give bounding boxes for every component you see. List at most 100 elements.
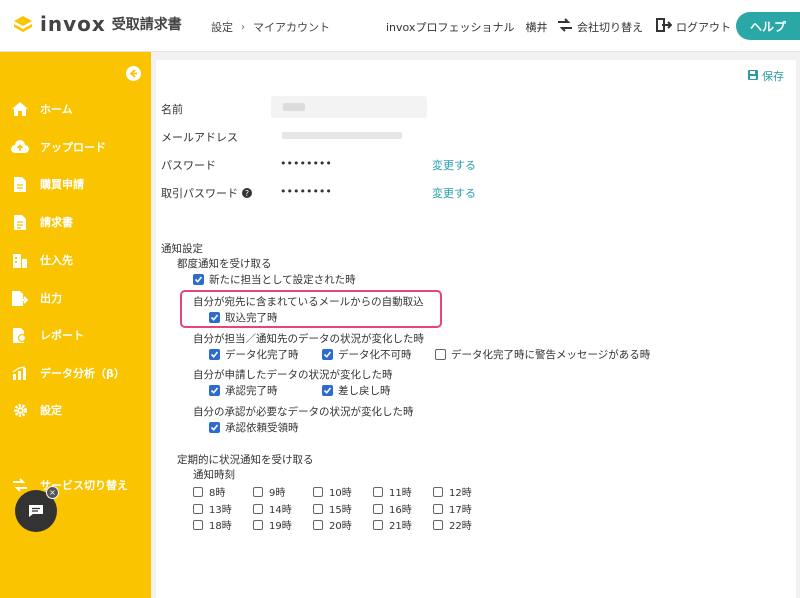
data-warning-checkbox[interactable]: データ化完了時に警告メッセージがある時 bbox=[435, 347, 650, 362]
sidebar-item-analytics[interactable]: データ分析（β） bbox=[0, 358, 151, 388]
sidebar-item-label: 出力 bbox=[40, 292, 62, 305]
email-label: メールアドレス bbox=[161, 131, 238, 144]
hour-checkbox[interactable]: 19時 bbox=[253, 517, 292, 532]
sidebar: ホーム アップロード 購買申請 請求書 仕入先 出力 レポート データ分析（β）… bbox=[0, 52, 151, 598]
approved-checkbox[interactable]: 承認完了時 bbox=[209, 383, 278, 398]
hour-label: 13時 bbox=[209, 505, 232, 516]
password-label: パスワード bbox=[161, 159, 216, 172]
breadcrumb-my-account: マイアカウント bbox=[253, 21, 330, 34]
breadcrumb: 設定 › マイアカウント bbox=[211, 19, 330, 35]
checkmark-icon bbox=[209, 349, 220, 360]
hour-checkbox[interactable]: 18時 bbox=[193, 517, 232, 532]
approval-request-checkbox[interactable]: 承認依頼受領時 bbox=[209, 420, 299, 435]
trade-password-label-row: 取引パスワード ? bbox=[161, 185, 252, 201]
close-icon[interactable]: × bbox=[46, 486, 59, 499]
import-done-checkbox[interactable]: 取込完了時 bbox=[209, 310, 278, 325]
hour-checkbox[interactable]: 13時 bbox=[193, 501, 232, 516]
trade-password-label: 取引パスワード bbox=[161, 187, 238, 200]
new-assignee-checkbox[interactable]: 新たに担当として設定された時 bbox=[193, 272, 356, 287]
sidebar-item-invoice[interactable]: 請求書 bbox=[0, 207, 151, 237]
hour-label: 15時 bbox=[329, 505, 352, 516]
approval-title: 自分の承認が必要なデータの状況が変化した時 bbox=[193, 406, 414, 418]
save-label: 保存 bbox=[762, 70, 784, 83]
switch-company-label: 会社切り替え bbox=[577, 20, 643, 34]
help-circle-icon[interactable]: ? bbox=[242, 188, 252, 198]
hour-checkbox[interactable]: 16時 bbox=[373, 501, 412, 516]
checkmark-icon bbox=[209, 312, 220, 323]
sidebar-item-label: アップロード bbox=[40, 141, 106, 154]
chevron-right-icon: › bbox=[241, 21, 245, 33]
hour-checkbox[interactable]: 14時 bbox=[253, 501, 292, 516]
hour-checkbox[interactable]: 11時 bbox=[373, 484, 412, 499]
hour-checkbox[interactable]: 22時 bbox=[433, 517, 472, 532]
data-done-checkbox[interactable]: データ化完了時 bbox=[209, 347, 299, 362]
hour-checkbox[interactable]: 20時 bbox=[313, 517, 352, 532]
sidebar-item-suppliers[interactable]: 仕入先 bbox=[0, 245, 151, 275]
sidebar-item-report[interactable]: レポート bbox=[0, 320, 151, 350]
chart-icon bbox=[10, 364, 30, 382]
sidebar-item-upload[interactable]: アップロード bbox=[0, 132, 151, 162]
trade-password-value: •••••••• bbox=[280, 185, 332, 198]
hour-label: 11時 bbox=[389, 488, 412, 499]
time-label: 通知時刻 bbox=[193, 469, 235, 481]
hour-checkbox[interactable]: 10時 bbox=[313, 484, 352, 499]
building-icon bbox=[10, 251, 30, 269]
logout-label: ログアウト bbox=[676, 20, 731, 34]
hour-label: 22時 bbox=[449, 521, 472, 532]
logo-icon bbox=[12, 13, 34, 35]
name-redacted bbox=[283, 103, 305, 111]
notification-section-title: 通知設定 bbox=[161, 243, 203, 255]
hour-label: 20時 bbox=[329, 521, 352, 532]
save-icon bbox=[748, 69, 758, 83]
hour-checkbox[interactable]: 12時 bbox=[433, 484, 472, 499]
sidebar-item-home[interactable]: ホーム bbox=[0, 94, 151, 124]
report-icon bbox=[10, 326, 30, 344]
change-trade-password-link[interactable]: 変更する bbox=[432, 185, 476, 201]
main-panel bbox=[156, 60, 796, 598]
checkmark-icon bbox=[322, 349, 333, 360]
sidebar-item-settings[interactable]: 設定 bbox=[0, 395, 151, 425]
returned-checkbox[interactable]: 差し戻し時 bbox=[322, 383, 391, 398]
sidebar-item-label: レポート bbox=[40, 329, 84, 342]
save-button[interactable]: 保存 bbox=[748, 68, 784, 84]
periodic-title: 定期的に状況通知を受け取る bbox=[177, 454, 314, 466]
data-failed-checkbox[interactable]: データ化不可時 bbox=[322, 347, 412, 362]
hour-label: 19時 bbox=[269, 521, 292, 532]
checkmark-icon bbox=[209, 385, 220, 396]
checkmark-icon bbox=[322, 385, 333, 396]
switch-company-button[interactable]: 会社切り替え bbox=[557, 18, 643, 35]
help-button[interactable]: ヘルプ bbox=[736, 12, 800, 40]
checkmark-icon bbox=[209, 422, 220, 433]
hour-label: 21時 bbox=[389, 521, 412, 532]
arrow-left-icon bbox=[129, 69, 137, 78]
logo[interactable]: invox 受取請求書 bbox=[12, 12, 182, 36]
hour-checkbox[interactable]: 9時 bbox=[253, 484, 285, 499]
sidebar-item-label: データ分析（β） bbox=[40, 367, 125, 380]
cloud-upload-icon bbox=[10, 138, 30, 156]
hour-label: 10時 bbox=[329, 488, 352, 499]
hour-label: 16時 bbox=[389, 505, 412, 516]
sidebar-item-purchase-request[interactable]: 購買申請 bbox=[0, 169, 151, 199]
hour-checkbox[interactable]: 8時 bbox=[193, 484, 225, 499]
user-name: invoxプロフェッショナル 横井 bbox=[386, 21, 548, 34]
email-redacted bbox=[282, 132, 402, 139]
each-notification-title: 都度通知を受け取る bbox=[177, 258, 272, 270]
password-value: •••••••• bbox=[280, 157, 332, 170]
chat-icon bbox=[29, 505, 43, 517]
hour-checkbox[interactable]: 15時 bbox=[313, 501, 352, 516]
breadcrumb-settings[interactable]: 設定 bbox=[211, 19, 233, 35]
sidebar-item-label: 請求書 bbox=[40, 216, 73, 229]
sidebar-item-export[interactable]: 出力 bbox=[0, 283, 151, 313]
checkmark-icon bbox=[193, 274, 204, 285]
change-password-link[interactable]: 変更する bbox=[432, 157, 476, 173]
collapse-sidebar-button[interactable] bbox=[126, 66, 141, 81]
logout-button[interactable]: ログアウト bbox=[656, 18, 731, 35]
hour-checkbox[interactable]: 21時 bbox=[373, 517, 412, 532]
hour-checkbox[interactable]: 17時 bbox=[433, 501, 472, 516]
home-icon bbox=[10, 100, 30, 118]
data-status-title: 自分が担当／通知先のデータの状況が変化した時 bbox=[193, 333, 424, 345]
hour-label: 18時 bbox=[209, 521, 232, 532]
sidebar-item-label: ホーム bbox=[40, 103, 73, 116]
hour-label: 14時 bbox=[269, 505, 292, 516]
hour-label: 17時 bbox=[449, 505, 472, 516]
